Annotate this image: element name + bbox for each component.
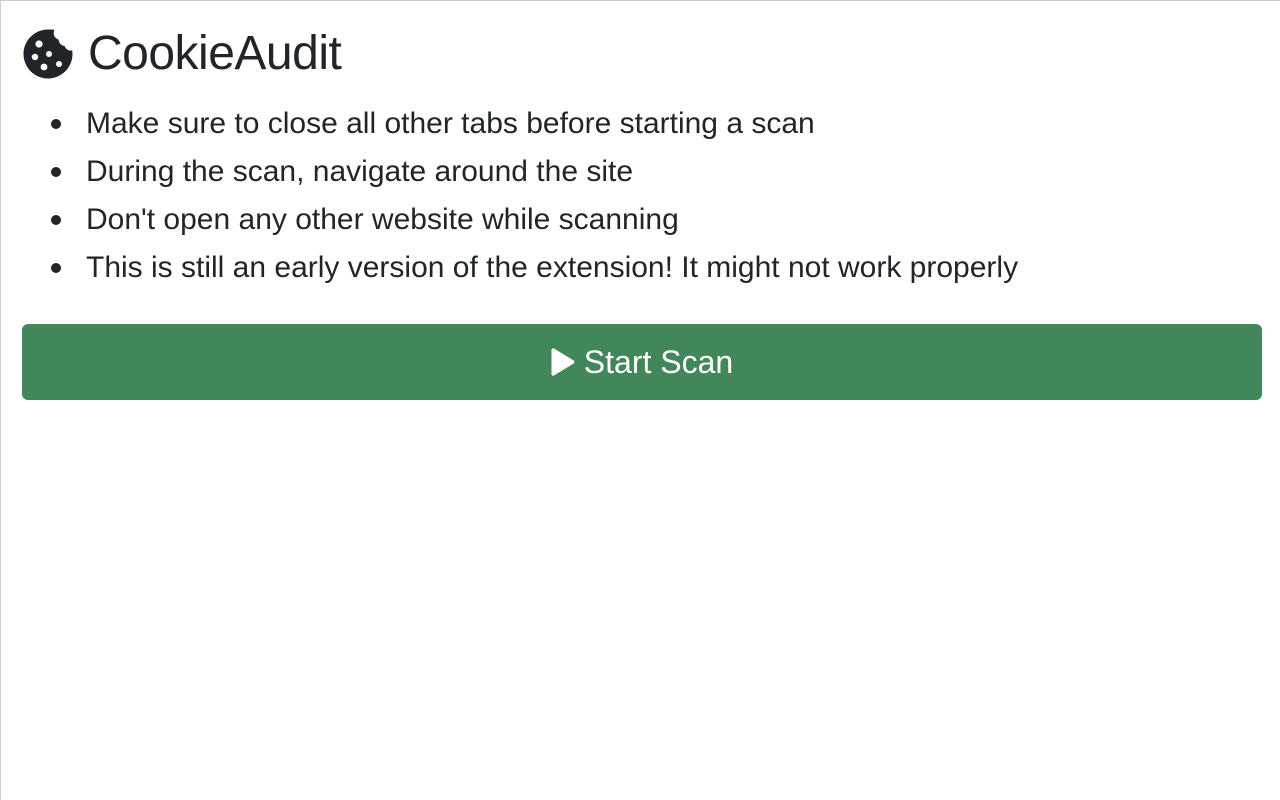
bullet-icon (51, 215, 61, 225)
popup-content: CookieAudit Make sure to close all other… (22, 0, 1262, 400)
start-scan-label: Start Scan (583, 343, 734, 380)
list-item: Make sure to close all other tabs before… (51, 100, 1262, 148)
cookie-icon (22, 28, 74, 80)
instruction-text: During the scan, navigate around the sit… (86, 155, 634, 188)
bullet-icon (51, 119, 61, 129)
app-title: CookieAudit (88, 27, 342, 80)
bullet-icon (51, 167, 61, 177)
instruction-text: This is still an early version of the ex… (86, 251, 1019, 284)
start-scan-button[interactable]: Start Scan (22, 324, 1262, 400)
list-item: During the scan, navigate around the sit… (51, 148, 1262, 196)
bullet-icon (51, 263, 61, 273)
instructions-list: Make sure to close all other tabs before… (22, 100, 1262, 292)
list-item: This is still an early version of the ex… (51, 244, 1262, 292)
play-icon (551, 347, 575, 377)
instruction-text: Don't open any other website while scann… (86, 203, 679, 236)
window-left-border (0, 0, 1, 800)
list-item: Don't open any other website while scann… (51, 196, 1262, 244)
app-header: CookieAudit (22, 28, 1262, 80)
instruction-text: Make sure to close all other tabs before… (86, 107, 815, 140)
